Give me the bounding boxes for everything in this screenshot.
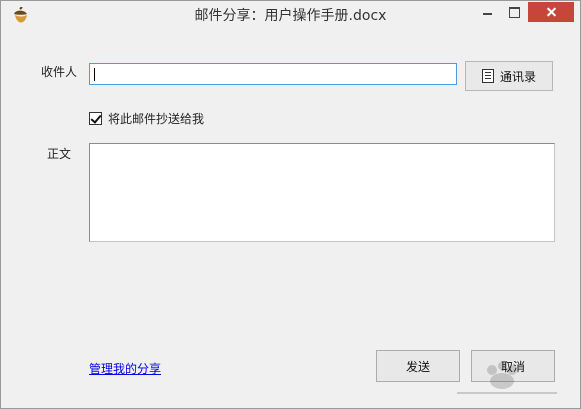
- manage-shares-link[interactable]: 管理我的分享: [89, 360, 161, 377]
- recipient-input[interactable]: [89, 63, 457, 85]
- maximize-button[interactable]: [501, 2, 528, 22]
- title-bar[interactable]: 邮件分享：用户操作手册.docx: [1, 1, 580, 32]
- send-button[interactable]: 发送: [376, 350, 460, 382]
- window-controls: [474, 2, 574, 22]
- close-button[interactable]: [528, 2, 574, 22]
- cc-self-checkbox[interactable]: [89, 112, 102, 125]
- recipient-label: 收件人: [41, 65, 78, 79]
- contacts-button[interactable]: 通讯录: [465, 61, 553, 91]
- mail-share-window: 邮件分享：用户操作手册.docx 收件人 通讯录 将此邮件抄送给我 正文 管理我…: [0, 0, 581, 409]
- cancel-button-label: 取消: [500, 359, 525, 374]
- text-caret: [94, 68, 95, 81]
- body-textarea[interactable]: [89, 143, 555, 242]
- address-book-icon: [481, 69, 494, 83]
- cc-self-label: 将此邮件抄送给我: [108, 112, 205, 126]
- body-label: 正文: [47, 147, 72, 161]
- cancel-button[interactable]: 取消: [471, 350, 555, 382]
- send-button-label: 发送: [405, 359, 430, 374]
- contacts-button-label: 通讯录: [499, 69, 536, 84]
- minimize-button[interactable]: [474, 2, 501, 22]
- cc-self-option[interactable]: 将此邮件抄送给我: [89, 110, 204, 127]
- dialog-content: 收件人 通讯录 将此邮件抄送给我 正文 管理我的分享 发送 取消: [9, 32, 573, 401]
